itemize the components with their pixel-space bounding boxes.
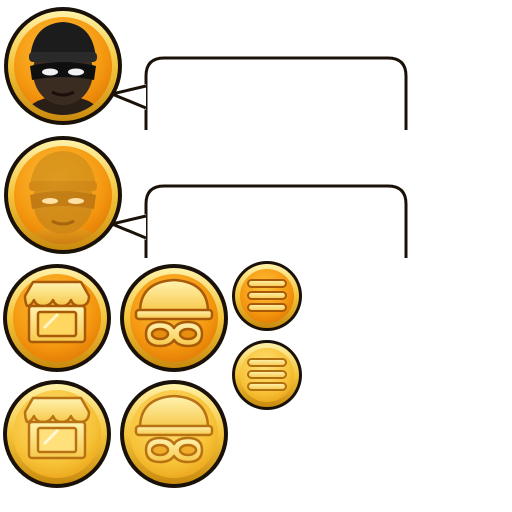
thief-button[interactable] xyxy=(120,264,228,372)
shop-icon xyxy=(23,280,91,344)
shop-icon xyxy=(23,396,91,460)
menu-icon xyxy=(247,279,287,312)
sprite-sheet xyxy=(3,7,408,488)
thief-mask-icon xyxy=(134,394,214,464)
menu-button[interactable] xyxy=(232,261,302,331)
shop-button-pressed[interactable] xyxy=(3,380,111,488)
thief-portrait-disabled xyxy=(4,136,122,254)
menu-icon xyxy=(247,358,287,391)
speech-bubble xyxy=(111,56,408,130)
thief-portrait xyxy=(4,7,122,125)
shop-button[interactable] xyxy=(3,264,111,372)
thief-button-pressed[interactable] xyxy=(120,380,228,488)
menu-button-pressed[interactable] xyxy=(232,340,302,410)
speech-bubble xyxy=(111,184,408,258)
thief-mask-icon xyxy=(134,278,214,348)
